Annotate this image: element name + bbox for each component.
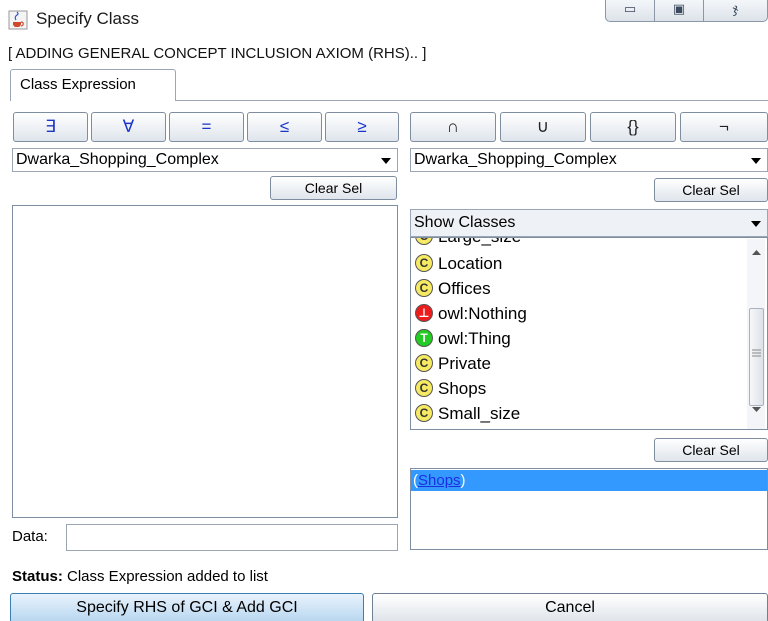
maximize-icon: ▣ [672, 1, 686, 16]
dialog-subtitle: [ ADDING GENERAL CONCEPT INCLUSION AXIOM… [8, 45, 427, 62]
oneof-operator-button[interactable]: {} [590, 112, 676, 142]
expression-close-paren: ) [460, 472, 466, 489]
data-label: Data: [12, 528, 48, 545]
tab-class-expression[interactable]: Class Expression [10, 69, 176, 101]
right-class-value: Dwarka_Shopping_Complex [414, 151, 617, 168]
less-equal-operator-button[interactable]: ≤ [247, 112, 322, 142]
chevron-down-icon [751, 158, 761, 164]
equals-operator-button[interactable]: = [169, 112, 244, 142]
show-classes-select[interactable]: Show Classes [410, 209, 768, 237]
list-item[interactable]: C Private [415, 351, 491, 376]
chevron-down-icon [381, 158, 391, 164]
left-property-value: Dwarka_Shopping_Complex [16, 151, 219, 168]
maximize-button[interactable]: ▣ [654, 0, 704, 22]
thing-class-icon: T [415, 329, 433, 348]
specify-rhs-add-gci-button[interactable]: Specify RHS of GCI & Add GCI [10, 593, 364, 621]
left-clear-selection-button[interactable]: Clear Sel [270, 176, 397, 200]
class-icon: C [415, 354, 433, 373]
scroll-grip-icon [752, 349, 761, 357]
status-bar: Status: Class Expression added to list [12, 568, 268, 585]
close-button[interactable]: ჯ [703, 0, 768, 22]
scroll-down-arrow-icon[interactable] [751, 406, 762, 414]
nothing-class-icon: ⊥ [415, 304, 433, 323]
window-title: Specify Class [36, 9, 139, 28]
left-property-select[interactable]: Dwarka_Shopping_Complex [12, 148, 398, 172]
minimize-button[interactable]: ▭ [605, 0, 655, 22]
not-operator-button[interactable]: ¬ [680, 112, 768, 142]
status-text: Class Expression added to list [62, 568, 268, 585]
left-list-panel[interactable] [12, 205, 398, 518]
list-item[interactable]: ⊥ owl:Nothing [415, 301, 527, 326]
exists-operator-button[interactable]: ∃ [13, 112, 88, 142]
expression-link[interactable]: Shops [418, 472, 461, 489]
selected-expression-row[interactable]: (Shops) [411, 470, 767, 491]
class-icon: C [415, 379, 433, 398]
scroll-up-arrow-icon[interactable] [751, 248, 762, 256]
status-label: Status: [12, 568, 63, 585]
list-item[interactable]: Towl:Thing [415, 326, 511, 351]
close-icon: ჯ [732, 1, 739, 16]
list-item[interactable]: C Offices [415, 276, 491, 301]
list-item[interactable]: C Shops [415, 376, 486, 401]
class-list[interactable]: CLarge_size CLocation COffices ⊥owl:Noth… [410, 237, 768, 430]
greater-equal-operator-button[interactable]: ≥ [325, 112, 399, 142]
list-item[interactable]: C Location [415, 251, 502, 276]
intersection-operator-button[interactable]: ∩ [410, 112, 496, 142]
scrollbar-thumb[interactable] [749, 308, 764, 406]
class-icon: C [415, 279, 433, 298]
union-operator-button[interactable]: ∪ [500, 112, 586, 142]
class-icon: C [415, 238, 433, 246]
minimize-icon: ▭ [623, 1, 637, 16]
class-icon: C [415, 404, 433, 423]
expression-list[interactable]: (Shops) [410, 468, 768, 550]
java-cup-icon [8, 10, 28, 30]
data-input[interactable] [66, 524, 398, 551]
tab-divider [175, 100, 768, 101]
cancel-button[interactable]: Cancel [372, 593, 768, 621]
show-classes-value: Show Classes [414, 214, 516, 231]
tab-label: Class Expression [20, 76, 136, 93]
chevron-down-icon [751, 221, 761, 227]
expression-clear-selection-button[interactable]: Clear Sel [654, 438, 768, 462]
class-icon: C [415, 254, 433, 273]
right-class-select[interactable]: Dwarka_Shopping_Complex [410, 148, 768, 172]
list-item[interactable]: CLarge_size [415, 238, 521, 249]
forall-operator-button[interactable]: ∀ [91, 112, 166, 142]
list-item[interactable]: C Small_size [415, 401, 520, 426]
right-clear-selection-button[interactable]: Clear Sel [654, 178, 768, 202]
